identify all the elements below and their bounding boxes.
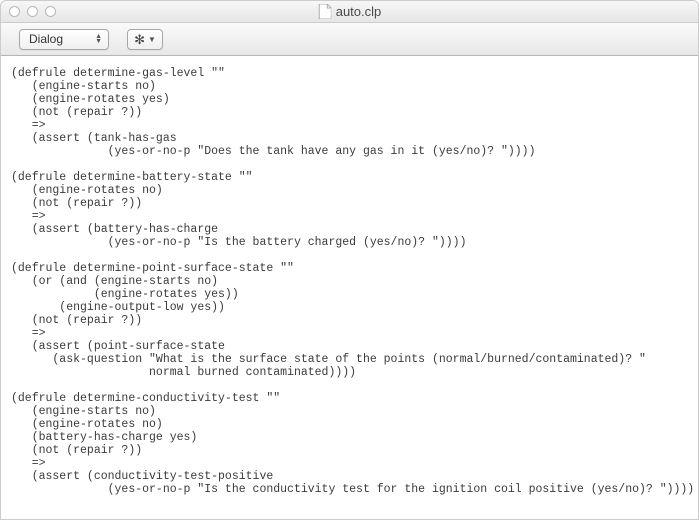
minimize-window-button[interactable] xyxy=(27,6,38,17)
file-icon xyxy=(318,4,331,19)
window-title: auto.clp xyxy=(336,4,382,19)
title-area: auto.clp xyxy=(318,4,382,19)
toolbar: Dialog ▲ ▼ ✻ ▼ xyxy=(1,23,698,56)
close-window-button[interactable] xyxy=(9,6,20,17)
code-editor[interactable]: (defrule determine-gas-level "" (engine-… xyxy=(1,56,698,519)
zoom-window-button[interactable] xyxy=(45,6,56,17)
updown-arrows-icon: ▲ ▼ xyxy=(95,34,102,44)
settings-menu-button[interactable]: ✻ ▼ xyxy=(127,29,163,50)
font-dropdown[interactable]: Dialog ▲ ▼ xyxy=(19,29,109,50)
gear-icon: ✻ xyxy=(134,33,145,46)
window-controls xyxy=(9,6,56,17)
app-window: auto.clp Dialog ▲ ▼ ✻ ▼ (defrule determi… xyxy=(0,0,699,520)
titlebar: auto.clp xyxy=(1,1,698,23)
chevron-down-icon: ▼ xyxy=(148,35,156,44)
dropdown-label: Dialog xyxy=(29,32,63,46)
